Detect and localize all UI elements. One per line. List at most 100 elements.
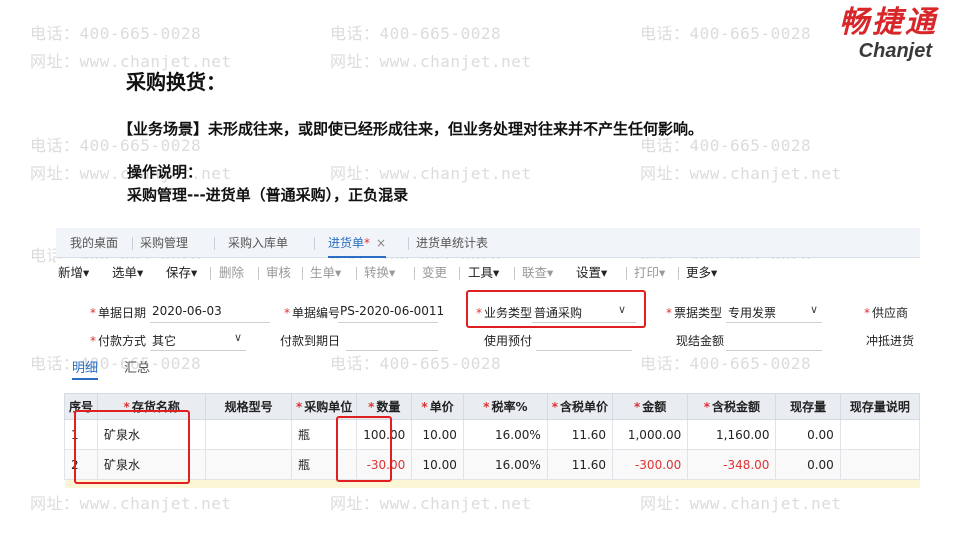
tab-purchase-management[interactable]: 采购管理 bbox=[140, 228, 188, 258]
tab-purchase-receipt[interactable]: 采购入库单 bbox=[228, 228, 288, 258]
delete-button[interactable]: 删除 bbox=[219, 259, 244, 287]
column-header[interactable]: * 含税单价 bbox=[546, 393, 614, 420]
toolbar-divider bbox=[258, 267, 259, 280]
tab-desktop[interactable]: 我的桌面 bbox=[70, 228, 118, 258]
audit-button[interactable]: 审核 bbox=[266, 259, 291, 287]
unit-cell[interactable]: 瓶 bbox=[290, 449, 358, 480]
chevron-down-icon: ▾ bbox=[547, 265, 554, 280]
tax-rate-cell[interactable]: 16.00% bbox=[462, 449, 548, 480]
column-header[interactable]: 序号 bbox=[63, 393, 99, 420]
tax-inclusive-amount-cell[interactable]: 1,160.00 bbox=[687, 419, 777, 450]
tools-button[interactable]: 工具▾ bbox=[468, 259, 499, 287]
business-type-select[interactable]: 普通采购 bbox=[534, 304, 582, 321]
chevron-down-icon: ▾ bbox=[191, 265, 198, 280]
logo-english: Chanjet bbox=[858, 40, 932, 62]
amount-cell[interactable]: -300.00 bbox=[612, 449, 689, 480]
chevron-down-icon[interactable]: ∨ bbox=[618, 303, 626, 316]
convert-button[interactable]: 转换▾ bbox=[364, 259, 395, 287]
watermark-phone: 电话：400-665-0028 bbox=[330, 24, 502, 43]
item-name-cell[interactable]: 矿泉水 bbox=[97, 449, 207, 480]
watermark-site: 网址：www.chanjet.net bbox=[30, 494, 232, 513]
watermark-site: 网址：www.chanjet.net bbox=[640, 164, 842, 183]
stock-cell: 0.00 bbox=[775, 419, 841, 450]
unit-price-cell[interactable]: 10.00 bbox=[411, 419, 464, 450]
logo-chinese: 畅捷通 bbox=[839, 5, 938, 40]
invoice-type-label: * 票据类型 bbox=[666, 306, 723, 320]
column-header[interactable]: * 存货名称 bbox=[97, 393, 207, 420]
payment-due-date-field[interactable] bbox=[346, 350, 438, 351]
business-type-label: * 业务类型 bbox=[476, 306, 533, 320]
table-row[interactable]: 2 矿泉水 瓶 -30.00 10.00 16.00% 11.60 -300.0… bbox=[63, 449, 921, 480]
tab-invoice-statistics[interactable]: 进货单统计表 bbox=[416, 228, 488, 258]
tab-detail[interactable]: 明细 bbox=[72, 358, 99, 380]
cash-settlement-label: 现结金额 bbox=[676, 334, 725, 348]
chevron-down-icon[interactable]: ∨ bbox=[234, 331, 242, 344]
watermark-site: 网址：www.chanjet.net bbox=[640, 494, 842, 513]
column-header[interactable]: * 金额 bbox=[612, 393, 689, 420]
chevron-down-icon: ▾ bbox=[137, 265, 144, 280]
quantity-cell[interactable]: 100.00 bbox=[356, 419, 413, 450]
document-date-field[interactable]: 2020-06-03 bbox=[152, 304, 222, 318]
column-header[interactable]: * 采购单位 bbox=[290, 393, 358, 420]
link-query-button[interactable]: 联查▾ bbox=[522, 259, 553, 287]
purchase-invoice-window: 我的桌面 采购管理 采购入库单 进货单* × 进货单统计表 新增▾ 选单▾ 保存▾… bbox=[56, 228, 921, 488]
spec-cell[interactable] bbox=[205, 419, 292, 450]
payment-due-date-label: 付款到期日 bbox=[280, 334, 341, 348]
document-number-field[interactable]: PS-2020-06-0011 bbox=[340, 304, 444, 318]
tab-purchase-invoice[interactable]: 进货单* × bbox=[328, 228, 387, 258]
print-button[interactable]: 打印▾ bbox=[634, 259, 665, 287]
column-header[interactable]: * 数量 bbox=[356, 393, 413, 420]
chevron-down-icon: ▾ bbox=[601, 265, 608, 280]
new-button[interactable]: 新增▾ bbox=[58, 259, 89, 287]
quantity-cell[interactable]: -30.00 bbox=[356, 449, 413, 480]
more-button[interactable]: 更多▾ bbox=[686, 259, 717, 287]
amount-cell[interactable]: 1,000.00 bbox=[612, 419, 689, 450]
column-header[interactable]: 规格型号 bbox=[205, 393, 292, 420]
payment-method-select[interactable]: 其它 bbox=[152, 332, 176, 349]
invoice-type-select[interactable]: 专用发票 bbox=[728, 304, 776, 321]
spec-cell[interactable] bbox=[205, 449, 292, 480]
field-underline bbox=[150, 322, 270, 323]
tax-inclusive-price-cell[interactable]: 11.60 bbox=[546, 419, 614, 450]
column-header[interactable]: * 含税金额 bbox=[687, 393, 777, 420]
chevron-down-icon: ▾ bbox=[335, 265, 342, 280]
unit-cell[interactable]: 瓶 bbox=[290, 419, 358, 450]
tab-divider bbox=[314, 237, 315, 250]
use-prepayment-label: 使用预付 bbox=[484, 334, 533, 348]
tax-inclusive-price-cell[interactable]: 11.60 bbox=[546, 449, 614, 480]
column-header[interactable]: 现存量 bbox=[775, 393, 841, 420]
field-underline bbox=[532, 322, 636, 323]
tab-summary[interactable]: 汇总 bbox=[124, 358, 150, 380]
toolbar-divider bbox=[210, 267, 211, 280]
cash-settlement-field[interactable] bbox=[726, 350, 822, 351]
item-name-cell[interactable]: 矿泉水 bbox=[97, 419, 207, 450]
supplier-label: * 供应商 bbox=[864, 306, 909, 320]
toolbar-divider bbox=[626, 267, 627, 280]
tax-inclusive-amount-cell[interactable]: -348.00 bbox=[687, 449, 777, 480]
watermark-site: 网址：www.chanjet.net bbox=[330, 52, 532, 71]
unit-price-cell[interactable]: 10.00 bbox=[411, 449, 464, 480]
payment-method-label: * 付款方式 bbox=[90, 334, 147, 348]
stock-cell: 0.00 bbox=[775, 449, 841, 480]
tax-rate-cell[interactable]: 16.00% bbox=[462, 419, 548, 450]
settings-button[interactable]: 设置▾ bbox=[576, 259, 607, 287]
operation-path: 采购管理---进货单（普通采购），正负混录 bbox=[127, 186, 409, 204]
select-source-button[interactable]: 选单▾ bbox=[112, 259, 143, 287]
generate-button[interactable]: 生单▾ bbox=[310, 259, 341, 287]
chanjet-logo: 畅捷通 Chanjet bbox=[839, 5, 938, 63]
column-header[interactable]: * 税率% bbox=[462, 393, 548, 420]
chevron-down-icon[interactable]: ∨ bbox=[810, 303, 818, 316]
chevron-down-icon: ▾ bbox=[659, 265, 666, 280]
field-underline bbox=[150, 350, 246, 351]
stock-note-cell bbox=[839, 449, 921, 480]
toolbar-divider bbox=[356, 267, 357, 280]
column-header[interactable]: * 单价 bbox=[411, 393, 464, 420]
change-button[interactable]: 变更 bbox=[422, 259, 447, 287]
close-icon[interactable]: × bbox=[376, 236, 386, 250]
column-header[interactable]: 现存量说明 bbox=[839, 393, 921, 420]
save-button[interactable]: 保存▾ bbox=[166, 259, 197, 287]
table-row[interactable]: 1 矿泉水 瓶 100.00 10.00 16.00% 11.60 1,000.… bbox=[63, 419, 921, 450]
use-prepayment-field[interactable] bbox=[536, 350, 632, 351]
row-number: 2 bbox=[63, 449, 99, 480]
chevron-down-icon: ▾ bbox=[389, 265, 396, 280]
